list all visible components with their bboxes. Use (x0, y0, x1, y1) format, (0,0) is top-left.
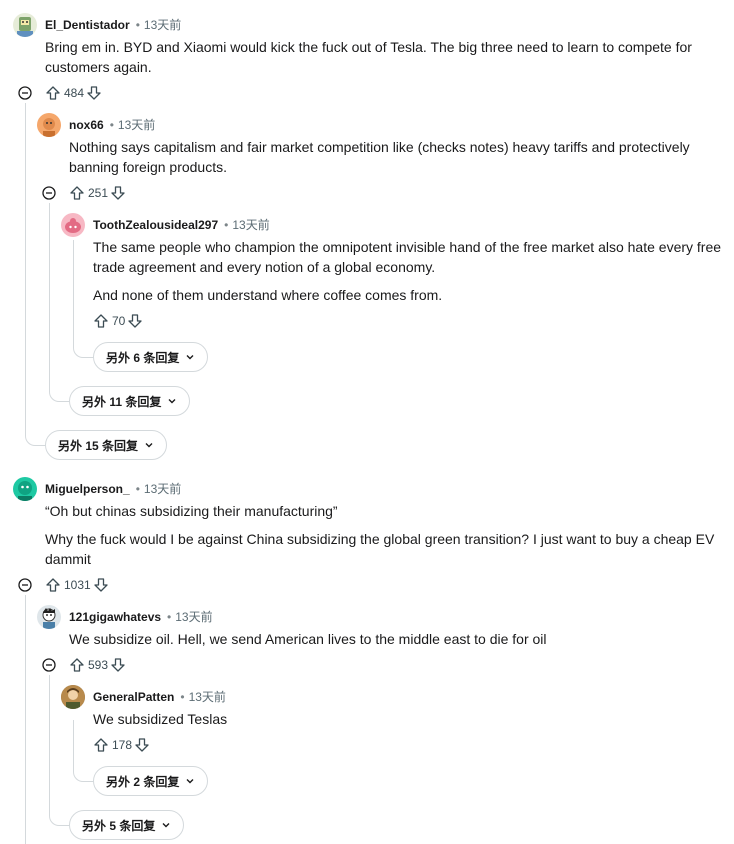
more-replies-button[interactable]: 另外 2 条回复 (93, 766, 209, 796)
chevron-down-icon (168, 399, 176, 404)
downvote-icon[interactable] (86, 85, 102, 101)
separator: • (135, 482, 140, 496)
thread-connector (73, 330, 94, 358)
downvote-icon[interactable] (93, 577, 109, 593)
vote-bar: 593 (69, 655, 126, 675)
timestamp[interactable]: 13天前 (232, 218, 269, 232)
vote-count: 70 (112, 314, 126, 328)
author-name[interactable]: GeneralPatten (93, 690, 174, 704)
vote-count: 251 (88, 186, 109, 200)
upvote-icon[interactable] (93, 737, 109, 753)
vote-count: 484 (64, 86, 85, 100)
upvote-icon[interactable] (93, 313, 109, 329)
collapse-thread-icon[interactable] (42, 658, 56, 672)
upvote-icon[interactable] (45, 85, 61, 101)
vote-bar: 178 (93, 735, 150, 755)
more-replies-label: 另外 2 条回复 (106, 774, 180, 789)
author-name[interactable]: El_Dentistador (45, 18, 130, 32)
comment-meta: ToothZealousideal297 • 13天前 (93, 215, 270, 235)
chevron-down-icon (186, 779, 194, 784)
thread-line (49, 675, 50, 808)
more-replies-label: 另外 6 条回复 (106, 350, 180, 365)
timestamp[interactable]: 13天前 (118, 118, 155, 132)
comment-meta: GeneralPatten • 13天前 (93, 687, 226, 707)
collapse-thread-icon[interactable] (18, 86, 32, 100)
thread-connector (49, 798, 70, 826)
author-name[interactable]: Miguelperson_ (45, 482, 130, 496)
comment-body: And none of them understand where coffee… (93, 287, 443, 303)
downvote-icon[interactable] (110, 657, 126, 673)
avatar[interactable] (13, 477, 37, 501)
avatar[interactable] (61, 213, 85, 237)
separator: • (167, 610, 172, 624)
avatar[interactable] (37, 113, 61, 137)
vote-bar: 70 (93, 311, 143, 331)
author-name[interactable]: 121gigawhatevs (69, 610, 161, 624)
more-replies-label: 另外 11 条回复 (82, 394, 162, 409)
upvote-icon[interactable] (69, 657, 85, 673)
more-replies-label: 另外 15 条回复 (58, 438, 139, 453)
thread-line (73, 240, 74, 340)
more-replies-label: 另外 5 条回复 (82, 818, 156, 833)
avatar[interactable] (13, 13, 37, 37)
timestamp[interactable]: 13天前 (175, 610, 212, 624)
avatar[interactable] (37, 605, 61, 629)
more-replies-button[interactable]: 另外 6 条回复 (93, 342, 209, 372)
more-replies-button[interactable]: 另外 11 条回复 (69, 386, 191, 416)
author-name[interactable]: ToothZealousideal297 (93, 218, 218, 232)
thread-line (49, 203, 50, 384)
comment-meta: Miguelperson_ • 13天前 (45, 479, 181, 499)
vote-count: 593 (88, 658, 109, 672)
comment-meta: El_Dentistador • 13天前 (45, 15, 181, 35)
comment-body: Bring em in. BYD and Xiaomi would kick t… (45, 39, 692, 75)
upvote-icon[interactable] (45, 577, 61, 593)
chevron-down-icon (162, 823, 170, 828)
comment-body: Why the fuck would I be against China su… (45, 531, 715, 567)
avatar[interactable] (61, 685, 85, 709)
timestamp[interactable]: 13天前 (189, 690, 226, 704)
thread-line (25, 595, 26, 844)
timestamp[interactable]: 13天前 (144, 18, 181, 32)
comment-body: We subsidize oil. Hell, we send American… (69, 631, 547, 647)
vote-count: 1031 (64, 578, 91, 592)
downvote-icon[interactable] (127, 313, 143, 329)
vote-count: 178 (112, 738, 133, 752)
timestamp[interactable]: 13天前 (144, 482, 181, 496)
more-replies-button[interactable]: 另外 15 条回复 (45, 430, 168, 460)
collapse-thread-icon[interactable] (42, 186, 56, 200)
chevron-down-icon (186, 355, 194, 360)
vote-bar: 251 (69, 183, 126, 203)
collapse-thread-icon[interactable] (18, 578, 32, 592)
separator: • (224, 218, 229, 232)
vote-bar: 484 (45, 83, 102, 103)
downvote-icon[interactable] (110, 185, 126, 201)
thread-connector (25, 418, 46, 446)
separator: • (109, 118, 114, 132)
separator: • (180, 690, 185, 704)
comment-meta: 121gigawhatevs • 13天前 (69, 607, 213, 627)
comment-body: Nothing says capitalism and fair market … (69, 139, 690, 175)
vote-bar: 1031 (45, 575, 109, 595)
upvote-icon[interactable] (69, 185, 85, 201)
more-replies-button[interactable]: 另外 5 条回复 (69, 810, 185, 840)
comment-meta: nox66 • 13天前 (69, 115, 155, 135)
chevron-down-icon (145, 443, 153, 448)
comment-body: We subsidized Teslas (93, 711, 228, 727)
downvote-icon[interactable] (134, 737, 150, 753)
thread-connector (49, 374, 70, 402)
author-name[interactable]: nox66 (69, 118, 104, 132)
thread-line (25, 103, 26, 428)
comment-body: The same people who champion the omnipot… (93, 239, 722, 275)
separator: • (135, 18, 140, 32)
thread-connector (73, 754, 94, 782)
comment-body: “Oh but chinas subsidizing their manufac… (45, 503, 338, 519)
